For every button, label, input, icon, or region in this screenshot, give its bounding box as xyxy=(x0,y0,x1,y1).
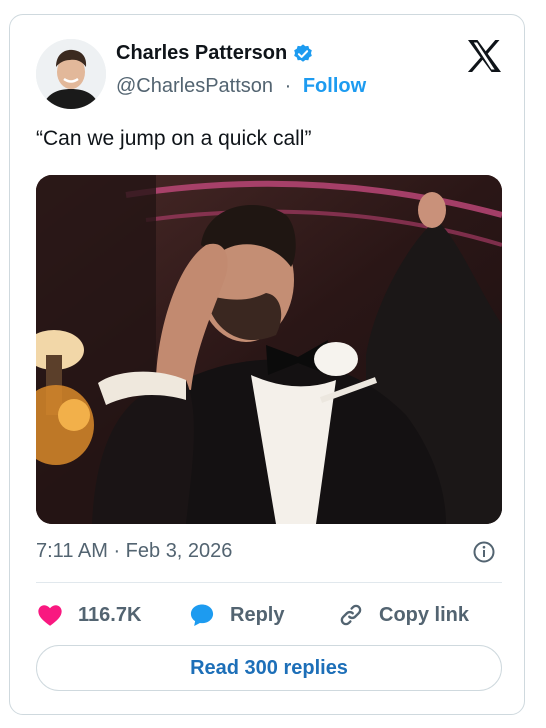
x-logo-icon[interactable] xyxy=(466,39,502,73)
tweet-text: “Can we jump on a quick call” xyxy=(36,127,312,150)
like-count: 116.7K xyxy=(78,603,142,626)
separator-dot: · xyxy=(284,75,292,97)
tweet-timestamp[interactable]: 7:11 AM · Feb 3, 2026 xyxy=(36,540,232,563)
copy-link-button[interactable]: Copy link xyxy=(337,599,469,631)
handle-row: @CharlesPattson · Follow xyxy=(116,75,366,98)
reply-button[interactable]: Reply xyxy=(188,599,284,631)
action-bar: 116.7K Reply Copy link xyxy=(36,599,502,631)
author-name[interactable]: Charles Patterson xyxy=(116,42,287,65)
info-icon[interactable] xyxy=(472,540,496,564)
author-handle[interactable]: @CharlesPattson xyxy=(116,75,273,97)
author-name-row[interactable]: Charles Patterson xyxy=(116,42,314,65)
avatar[interactable] xyxy=(36,39,106,109)
tweet-media-image[interactable] xyxy=(36,175,502,524)
read-replies-button[interactable]: Read 300 replies xyxy=(36,645,502,691)
reply-label: Reply xyxy=(230,603,285,626)
link-icon xyxy=(337,601,365,629)
verified-badge-icon xyxy=(292,43,314,65)
follow-button[interactable]: Follow xyxy=(303,75,366,97)
divider xyxy=(36,582,502,583)
heart-icon xyxy=(36,601,64,629)
reply-bubble-icon xyxy=(188,601,216,629)
copy-link-label: Copy link xyxy=(379,603,470,626)
like-button[interactable]: 116.7K xyxy=(36,599,141,631)
tweet-card: Charles Patterson @CharlesPattson · Foll… xyxy=(9,14,525,715)
